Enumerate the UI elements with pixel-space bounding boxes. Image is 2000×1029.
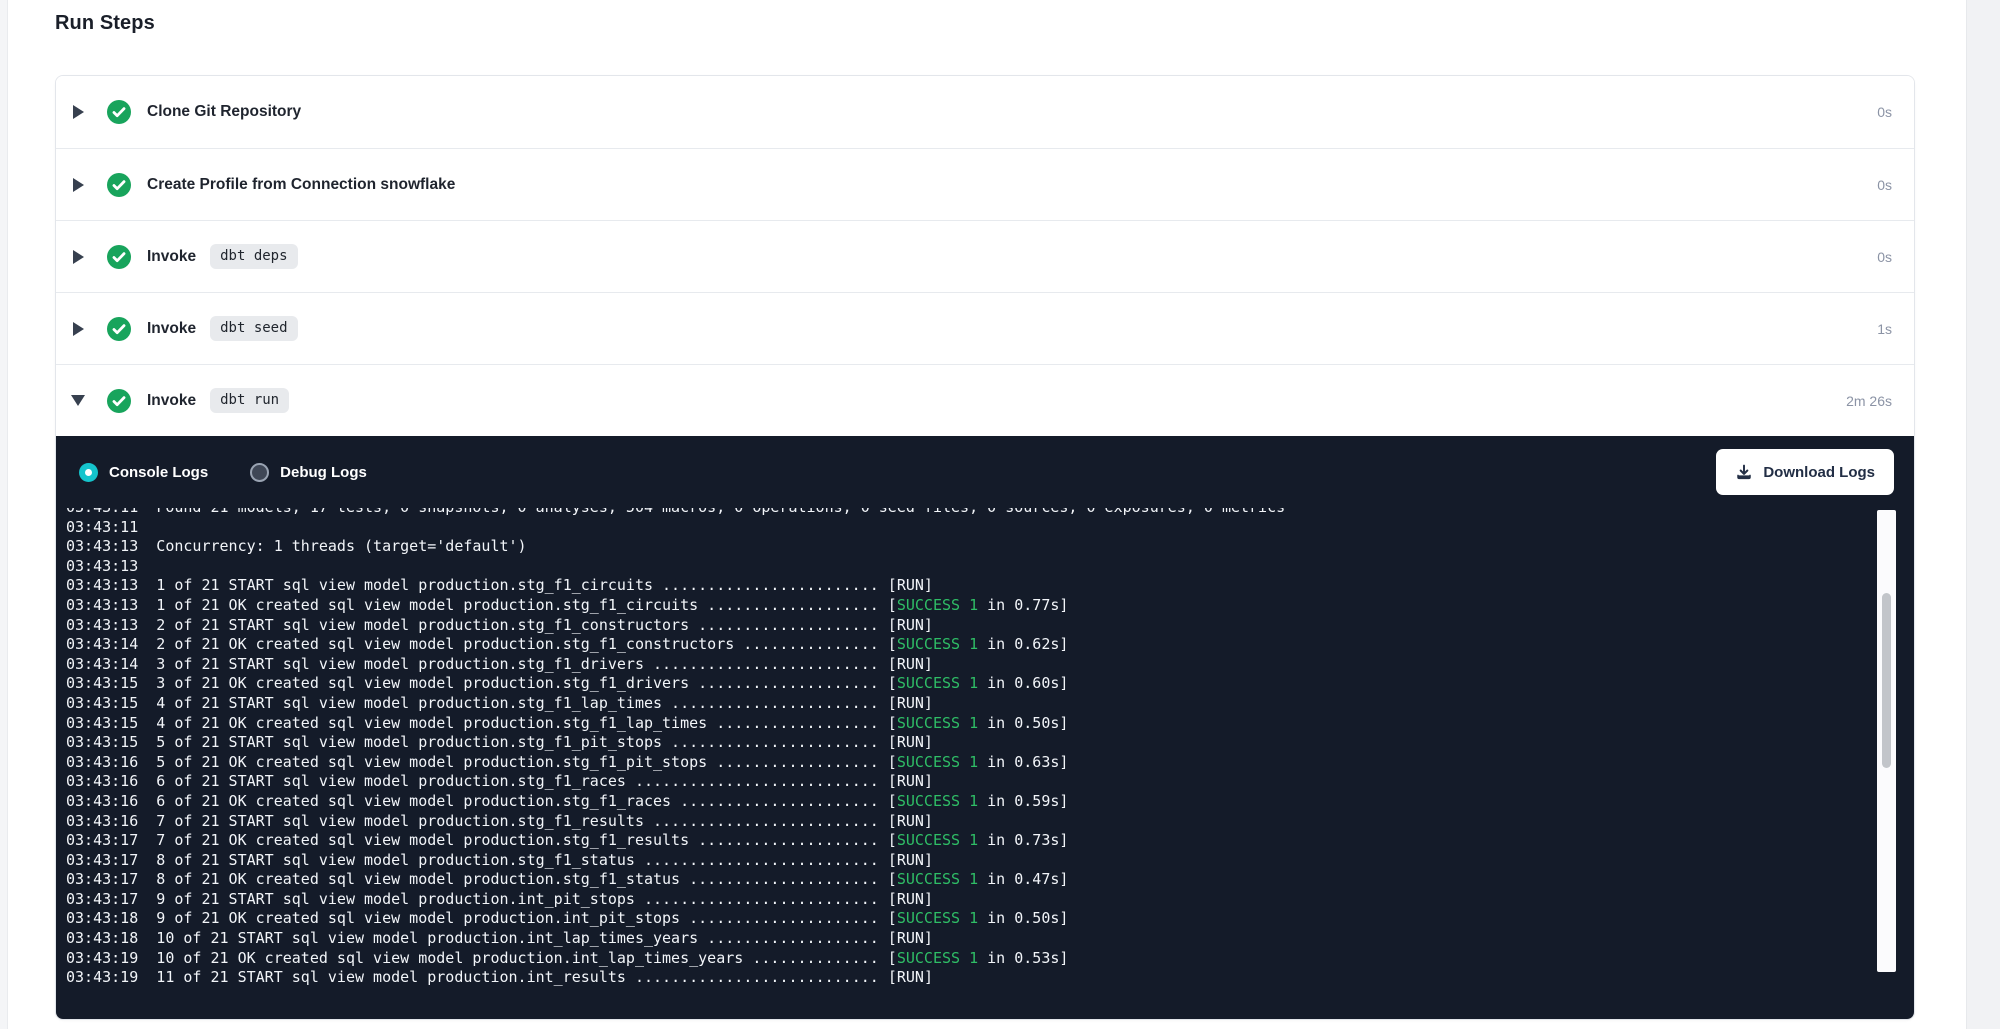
log-success-highlight: SUCCESS 1: [897, 714, 978, 732]
log-success-highlight: SUCCESS 1: [897, 949, 978, 967]
log-line: 03:43:15 4 of 21 START sql view model pr…: [66, 694, 1854, 714]
tab-console-logs[interactable]: Console Logs: [79, 463, 208, 482]
log-scrollbar-track[interactable]: [1877, 510, 1896, 972]
run-steps-list: Clone Git Repository 0s Create Profile f…: [56, 76, 1914, 436]
run-step-row[interactable]: Invoke dbt deps 0s: [56, 220, 1914, 292]
caret-right-icon[interactable]: [71, 105, 85, 119]
download-logs-button[interactable]: Download Logs: [1716, 449, 1894, 495]
log-line: 03:43:18 9 of 21 OK created sql view mod…: [66, 909, 1854, 929]
check-circle-icon: [107, 173, 131, 197]
log-line: 03:43:11 Found 21 models, 17 tests, 0 sn…: [66, 508, 1854, 518]
log-line: 03:43:13: [66, 557, 1854, 577]
step-duration: 0s: [1877, 249, 1892, 265]
download-icon: [1735, 463, 1753, 481]
log-line: 03:43:13 2 of 21 START sql view model pr…: [66, 616, 1854, 636]
log-tabs: Console Logs Debug Logs: [79, 463, 367, 482]
log-success-highlight: SUCCESS 1: [897, 635, 978, 653]
check-circle-icon: [107, 317, 131, 341]
logs-panel-header: Console Logs Debug Logs: [56, 436, 1914, 508]
run-step-row[interactable]: Invoke dbt seed 1s: [56, 292, 1914, 364]
console-log-output[interactable]: 03:43:11 Found 21 models, 17 tests, 0 sn…: [56, 508, 1914, 1019]
caret-down-icon[interactable]: [71, 395, 85, 406]
logs-panel: Console Logs Debug Logs: [56, 436, 1914, 1019]
step-command-chip: dbt deps: [210, 244, 297, 269]
right-panel-edge: [1966, 0, 2000, 1029]
log-line: 03:43:13 Concurrency: 1 threads (target=…: [66, 537, 1854, 557]
run-steps-page: Run Steps Clone Git Repository 0s Create…: [0, 0, 2000, 1029]
log-line: 03:43:17 7 of 21 OK created sql view mod…: [66, 831, 1854, 851]
run-step-row[interactable]: Clone Git Repository 0s: [56, 76, 1914, 148]
check-circle-icon: [107, 389, 131, 413]
log-success-highlight: SUCCESS 1: [897, 674, 978, 692]
log-line: 03:43:16 6 of 21 START sql view model pr…: [66, 772, 1854, 792]
log-success-highlight: SUCCESS 1: [897, 753, 978, 771]
log-line: 03:43:19 10 of 21 OK created sql view mo…: [66, 949, 1854, 969]
log-line: 03:43:15 3 of 21 OK created sql view mod…: [66, 674, 1854, 694]
log-line: 03:43:11: [66, 518, 1854, 538]
step-label: Clone Git Repository: [147, 103, 301, 121]
log-line: 03:43:17 8 of 21 OK created sql view mod…: [66, 870, 1854, 890]
left-panel-edge: [0, 0, 8, 1029]
check-circle-icon: [107, 100, 131, 124]
log-line: 03:43:13 1 of 21 OK created sql view mod…: [66, 596, 1854, 616]
log-line: 03:43:17 8 of 21 START sql view model pr…: [66, 851, 1854, 871]
log-success-highlight: SUCCESS 1: [897, 596, 978, 614]
run-steps-card: Clone Git Repository 0s Create Profile f…: [55, 75, 1915, 1020]
log-line: 03:43:18 10 of 21 START sql view model p…: [66, 929, 1854, 949]
log-line: 03:43:14 3 of 21 START sql view model pr…: [66, 655, 1854, 675]
step-duration: 0s: [1877, 104, 1892, 120]
log-line: 03:43:13 1 of 21 START sql view model pr…: [66, 576, 1854, 596]
log-line: 03:43:16 6 of 21 OK created sql view mod…: [66, 792, 1854, 812]
caret-right-icon[interactable]: [71, 178, 85, 192]
tab-label: Console Logs: [109, 464, 208, 481]
log-line: 03:43:15 5 of 21 START sql view model pr…: [66, 733, 1854, 753]
run-step-row[interactable]: Create Profile from Connection snowflake…: [56, 148, 1914, 220]
log-line: 03:43:16 7 of 21 START sql view model pr…: [66, 812, 1854, 832]
log-success-highlight: SUCCESS 1: [897, 792, 978, 810]
log-line: 03:43:14 2 of 21 OK created sql view mod…: [66, 635, 1854, 655]
step-command-chip: dbt seed: [210, 316, 297, 341]
step-duration: 2m 26s: [1846, 393, 1892, 409]
step-label: Invoke: [147, 392, 196, 410]
log-success-highlight: SUCCESS 1: [897, 831, 978, 849]
caret-right-icon[interactable]: [71, 322, 85, 336]
tab-debug-logs[interactable]: Debug Logs: [250, 463, 367, 482]
log-line: 03:43:19 11 of 21 START sql view model p…: [66, 968, 1854, 988]
log-line: 03:43:17 9 of 21 START sql view model pr…: [66, 890, 1854, 910]
check-circle-icon: [107, 245, 131, 269]
caret-right-icon[interactable]: [71, 250, 85, 264]
step-label: Invoke: [147, 320, 196, 338]
log-success-highlight: SUCCESS 1: [897, 870, 978, 888]
radio-unselected-icon[interactable]: [250, 463, 269, 482]
run-step-row[interactable]: Invoke dbt run 2m 26s: [56, 364, 1914, 436]
log-line: 03:43:16 5 of 21 OK created sql view mod…: [66, 753, 1854, 773]
step-label: Create Profile from Connection snowflake: [147, 176, 455, 194]
page-title: Run Steps: [55, 12, 155, 35]
log-line: 03:43:15 4 of 21 OK created sql view mod…: [66, 714, 1854, 734]
step-label: Invoke: [147, 248, 196, 266]
log-success-highlight: SUCCESS 1: [897, 909, 978, 927]
tab-label: Debug Logs: [280, 464, 367, 481]
step-duration: 0s: [1877, 177, 1892, 193]
radio-selected-icon[interactable]: [79, 463, 98, 482]
download-label: Download Logs: [1763, 464, 1875, 481]
step-duration: 1s: [1877, 321, 1892, 337]
log-scrollbar-thumb[interactable]: [1882, 593, 1891, 768]
step-command-chip: dbt run: [210, 388, 289, 413]
